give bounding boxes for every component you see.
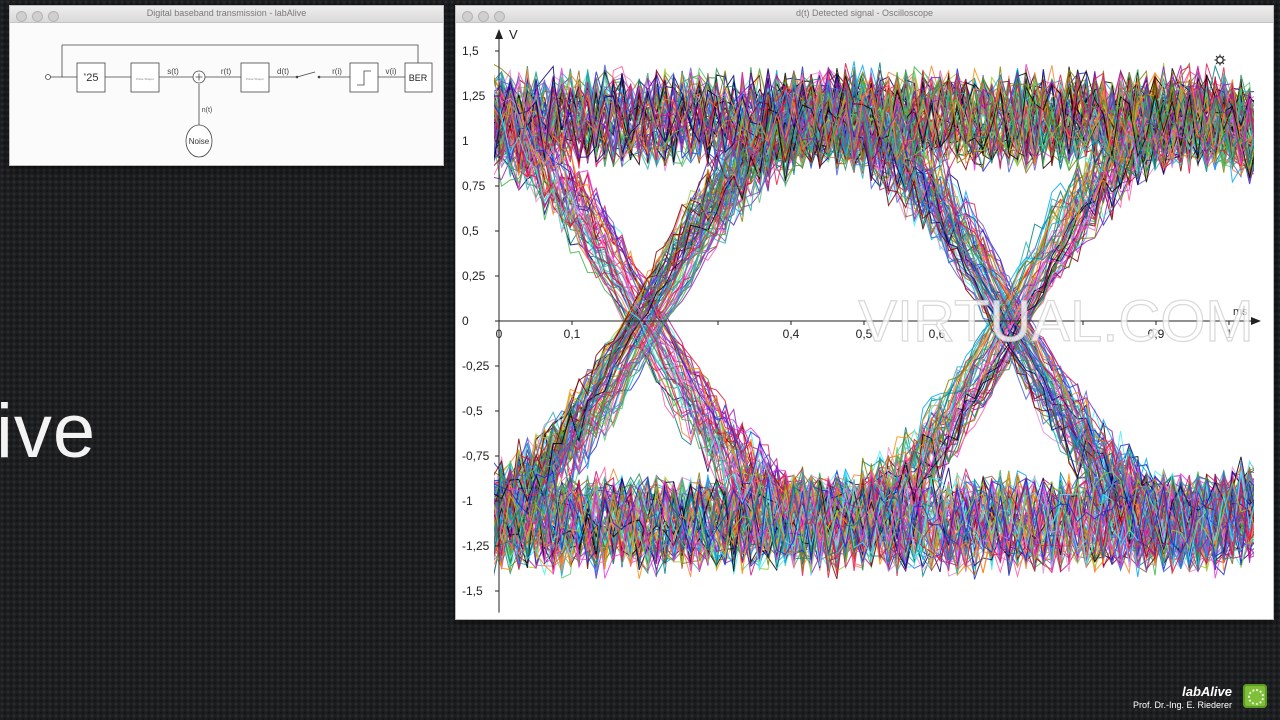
x-tick-label: 0,1: [564, 327, 581, 341]
sampler-contact-2: [317, 75, 321, 79]
signal-d-label: d(t): [277, 67, 289, 76]
receive-filter-label: Pulse Shaper: [246, 77, 264, 81]
labalive-logo-icon: [1243, 684, 1267, 708]
oscilloscope-window[interactable]: d(t) Detected signal - Oscilloscope Vms 1…: [455, 5, 1274, 620]
y-tick-label: -0,5: [462, 404, 483, 418]
svg-text:*25: *25: [84, 72, 99, 84]
scope-window-titlebar[interactable]: d(t) Detected signal - Oscilloscope: [456, 6, 1273, 23]
branding: labAlive Prof. Dr.-Ing. E. Riederer: [1133, 684, 1232, 710]
source-node: [45, 74, 51, 80]
signal-vi-label: v(i): [385, 67, 396, 76]
gain-label: 25: [86, 72, 98, 84]
y-tick-label: 0,75: [462, 179, 486, 193]
watermark-text: VIRTUAL.COM: [858, 289, 1253, 354]
ber-label: BER: [409, 73, 428, 83]
y-tick-label: 0,25: [462, 269, 486, 283]
y-unit-label: V: [509, 27, 518, 42]
x-tick-label: 0: [496, 327, 503, 341]
block-diagram-window[interactable]: Digital baseband transmission - labAlive…: [9, 5, 444, 166]
block-diagram-canvas: *25 Pulse Shaper s(t) r(t) Pulse Shaper …: [10, 23, 443, 165]
left-overlay-text: ive: [0, 389, 97, 474]
y-tick-label: 0,5: [462, 224, 479, 238]
y-axis-arrow: [495, 29, 503, 39]
pulse-shaper-label: Pulse Shaper: [136, 77, 154, 81]
sampler-contact: [295, 75, 299, 79]
scope-window-title: d(t) Detected signal - Oscilloscope: [795, 8, 934, 18]
y-tick-label: 1,5: [462, 44, 479, 58]
y-tick-label: 1,25: [462, 89, 486, 103]
y-tick-label: 0: [462, 314, 469, 328]
noise-label: Noise: [189, 137, 210, 146]
y-tick-label: 1: [462, 134, 469, 148]
block-window-title: Digital baseband transmission - labAlive: [146, 8, 307, 18]
scope-canvas: Vms 1,5 1,25 1 0,75 0,5 0,25 0 -0,25 -0,5 -0,75 -1-…: [456, 23, 1273, 619]
y-tick-label: -1,5: [462, 584, 483, 598]
signal-ri-label: r(i): [332, 67, 342, 76]
brand-author: Prof. Dr.-Ing. E. Riederer: [1132, 700, 1232, 710]
x-tick-label: 0,4: [783, 327, 800, 341]
brand-name: labAlive: [1182, 684, 1232, 699]
eye-diagram-chart: Vms1,51,2510,750,50,250-0,25-0,5-0,75-1-…: [462, 27, 1261, 613]
signal-n-label: n(t): [202, 107, 213, 114]
signal-s-label: s(t): [167, 67, 179, 76]
y-tick-label: -1: [462, 494, 473, 508]
settings-icon[interactable]: [1214, 54, 1226, 66]
y-tick-label: -1,25: [462, 539, 490, 553]
signal-r-label: r(t): [221, 67, 232, 76]
block-diagram: *25 Pulse Shaper s(t) r(t) Pulse Shaper …: [45, 44, 433, 158]
y-tick-label: -0,25: [462, 359, 490, 373]
block-window-titlebar[interactable]: Digital baseband transmission - labAlive: [10, 6, 443, 23]
y-tick-label: -0,75: [462, 449, 490, 463]
